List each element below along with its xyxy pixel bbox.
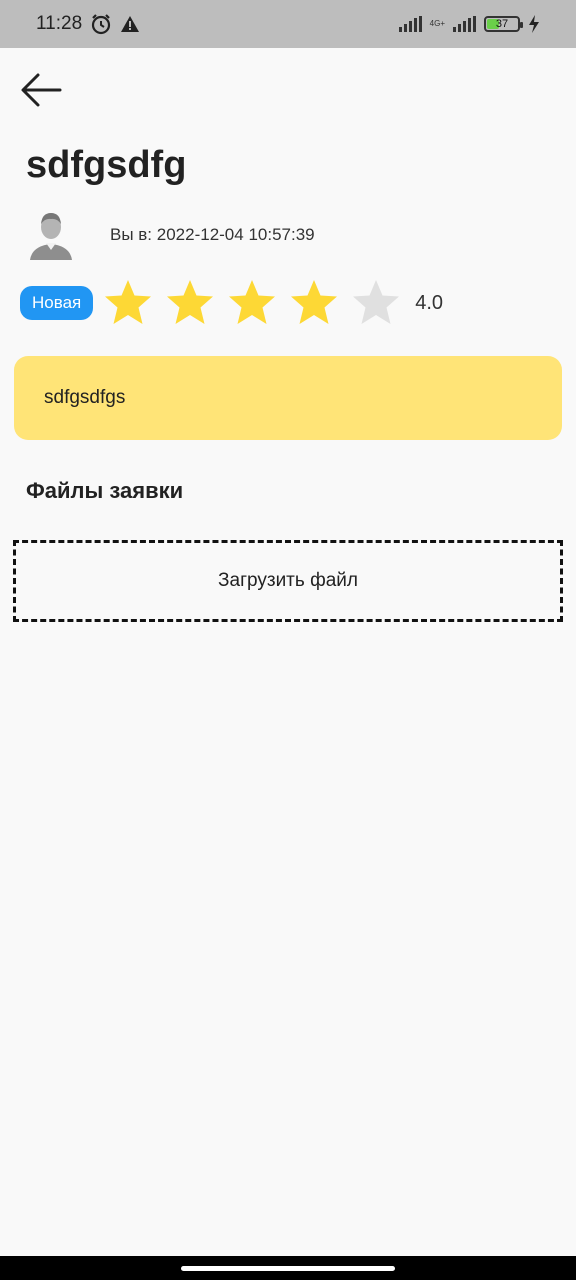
signal-2-icon: [453, 16, 476, 32]
author-row: Вы в: 2022-12-04 10:57:39: [28, 210, 315, 260]
charging-icon: [529, 15, 539, 33]
page-title: sdfgsdfg: [26, 144, 187, 186]
home-indicator[interactable]: [181, 1265, 395, 1271]
status-left: 11:28: [36, 13, 140, 35]
description-text: sdfgsdfgs: [44, 387, 126, 408]
upload-file-label: Загрузить файл: [218, 570, 358, 591]
rating-value: 4.0: [415, 291, 444, 314]
battery-icon: 37: [484, 16, 523, 32]
warning-icon: [121, 16, 140, 32]
back-button[interactable]: [18, 68, 66, 112]
description-card: sdfgsdfgs: [14, 356, 562, 440]
date-label: Вы в: 2022-12-04 10:57:39: [110, 225, 315, 244]
star-filled-icon[interactable]: [165, 278, 215, 328]
network-type: 4G+: [429, 19, 445, 28]
status-bar: 11:28 4G+ 37: [0, 0, 576, 48]
upload-file-button[interactable]: Загрузить файл: [13, 540, 563, 622]
star-filled-icon[interactable]: [227, 278, 277, 328]
status-badge: Новая: [20, 286, 94, 320]
avatar: [30, 213, 72, 260]
star-empty-icon[interactable]: [351, 278, 401, 328]
battery-level: 37: [495, 18, 509, 30]
signal-icon: [398, 16, 422, 32]
files-heading: Файлы заявки: [26, 478, 184, 503]
status-right: 4G+ 37: [398, 15, 540, 33]
star-rating[interactable]: [103, 278, 401, 328]
rating-row: Новая 4.0: [20, 278, 443, 328]
status-time: 11:28: [36, 13, 83, 34]
alarm-icon: [92, 14, 111, 35]
star-filled-icon[interactable]: [103, 278, 153, 328]
arrow-left-icon: [21, 73, 62, 107]
star-filled-icon[interactable]: [289, 278, 339, 328]
navigation-bar: [0, 1256, 576, 1280]
